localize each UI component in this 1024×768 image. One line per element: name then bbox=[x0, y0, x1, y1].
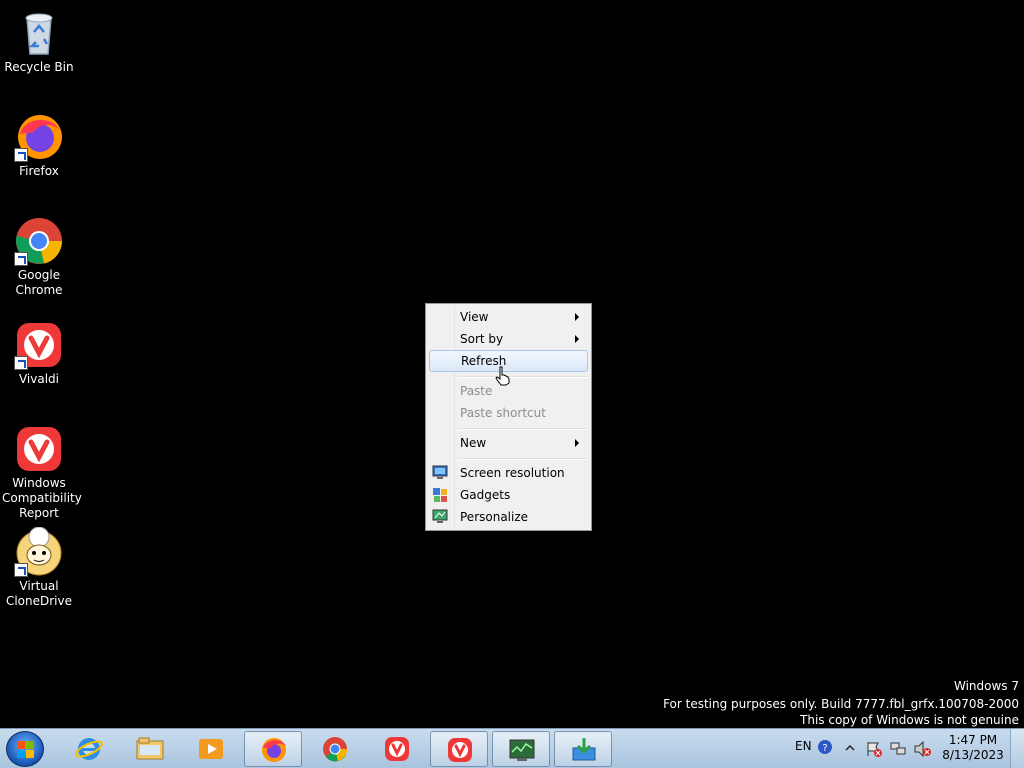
personalize-icon bbox=[432, 509, 448, 523]
submenu-arrow-icon bbox=[575, 439, 579, 447]
start-button[interactable] bbox=[6, 731, 44, 767]
svg-text:?: ? bbox=[822, 743, 827, 754]
menu-item-label: Paste shortcut bbox=[460, 406, 546, 420]
help-icon[interactable]: ? bbox=[817, 739, 833, 755]
gadgets-icon bbox=[433, 488, 447, 502]
recycle-bin-icon bbox=[14, 8, 64, 58]
task-manager-icon bbox=[509, 739, 535, 761]
taskbar-firefox[interactable] bbox=[244, 731, 302, 767]
chrome-icon bbox=[14, 216, 64, 266]
clock-time: 1:47 PM bbox=[948, 733, 998, 747]
windows-logo-icon bbox=[17, 741, 34, 758]
taskbar-internet-explorer[interactable] bbox=[60, 731, 118, 767]
network-icon[interactable] bbox=[890, 741, 906, 757]
desktop-icon-label: Vivaldi bbox=[18, 372, 60, 386]
watermark-build: For testing purposes only. Build 7777.fb… bbox=[663, 697, 1019, 711]
menu-item-label: View bbox=[460, 310, 489, 324]
taskbar-task-manager[interactable] bbox=[492, 731, 550, 767]
submenu-arrow-icon bbox=[575, 313, 579, 321]
media-player-icon bbox=[199, 739, 223, 759]
show-hidden-icons-icon[interactable] bbox=[845, 743, 855, 753]
menu-item-label: New bbox=[460, 436, 487, 450]
taskbar-installer[interactable] bbox=[554, 731, 612, 767]
menu-item-screen-resolution[interactable]: Screen resolution bbox=[429, 462, 588, 484]
vivaldi-icon bbox=[14, 320, 64, 370]
shortcut-arrow-icon bbox=[14, 356, 28, 370]
menu-item-label: Gadgets bbox=[460, 488, 511, 502]
volume-muted-icon[interactable] bbox=[914, 741, 932, 757]
menu-item-label: Screen resolution bbox=[460, 466, 565, 480]
vivaldi-icon bbox=[14, 424, 64, 474]
menu-item-new[interactable]: New bbox=[429, 432, 588, 454]
taskbar-vivaldi[interactable] bbox=[368, 731, 426, 767]
show-desktop-button[interactable] bbox=[1010, 729, 1024, 768]
taskbar: EN ? 1:47 PM 8/13/2023 bbox=[0, 728, 1024, 768]
desktop-icon-vivaldi[interactable]: Vivaldi bbox=[2, 320, 76, 387]
vivaldi-icon bbox=[385, 737, 409, 761]
desktop-icon-firefox[interactable]: Firefox bbox=[2, 112, 76, 179]
firefox-icon bbox=[14, 112, 64, 162]
vivaldi-icon bbox=[448, 738, 472, 762]
watermark-genuine: This copy of Windows is not genuine bbox=[800, 713, 1019, 727]
chrome-icon bbox=[323, 737, 348, 762]
shortcut-arrow-icon bbox=[14, 252, 28, 266]
language-indicator[interactable]: EN bbox=[795, 739, 812, 753]
clock[interactable]: 1:47 PM 8/13/2023 bbox=[940, 733, 1006, 762]
desktop-icon-google-chrome[interactable]: Google Chrome bbox=[2, 216, 76, 298]
submenu-arrow-icon bbox=[575, 335, 579, 343]
menu-item-label: Paste bbox=[460, 384, 493, 398]
internet-explorer-icon bbox=[75, 738, 103, 760]
menu-separator bbox=[457, 458, 587, 460]
menu-item-label: Personalize bbox=[460, 510, 529, 524]
installer-icon bbox=[572, 738, 596, 761]
watermark-title: Windows 7 bbox=[953, 679, 1019, 693]
menu-item-label: Sort by bbox=[460, 332, 504, 346]
menu-item-paste-shortcut[interactable]: Paste shortcut bbox=[429, 402, 588, 424]
display-icon bbox=[432, 465, 448, 479]
desktop-context-menu: View Sort by Refresh Paste Paste shortcu… bbox=[425, 303, 592, 531]
windows-explorer-icon bbox=[136, 737, 164, 760]
taskbar-windows-explorer[interactable] bbox=[121, 731, 179, 767]
menu-item-personalize[interactable]: Personalize bbox=[429, 506, 588, 528]
sheep-icon bbox=[14, 526, 64, 577]
desktop-icon-label: Google Chrome bbox=[15, 268, 63, 297]
shortcut-arrow-icon bbox=[14, 563, 28, 577]
desktop-icon-windows-compat[interactable]: Windows Compatibility Report bbox=[2, 424, 82, 521]
menu-item-view[interactable]: View bbox=[429, 306, 588, 328]
hand-cursor-icon bbox=[495, 366, 510, 386]
taskbar-chrome[interactable] bbox=[306, 731, 364, 767]
desktop-icon-recycle-bin[interactable]: Recycle Bin bbox=[2, 8, 76, 75]
menu-item-sort-by[interactable]: Sort by bbox=[429, 328, 588, 350]
desktop-icon-label: Firefox bbox=[19, 164, 59, 178]
desktop-icon-virtual-clonedrive[interactable]: Virtual CloneDrive bbox=[2, 526, 76, 609]
menu-separator bbox=[457, 376, 587, 378]
menu-item-gadgets[interactable]: Gadgets bbox=[429, 484, 588, 506]
desktop-icon-label: Windows Compatibility Report bbox=[2, 476, 82, 520]
clock-date: 8/13/2023 bbox=[942, 748, 1004, 762]
action-center-icon[interactable] bbox=[866, 741, 882, 757]
taskbar-vivaldi-2[interactable] bbox=[430, 731, 488, 767]
menu-separator bbox=[457, 428, 587, 430]
taskbar-media-player[interactable] bbox=[182, 731, 240, 767]
desktop-icon-label: Recycle Bin bbox=[4, 60, 74, 74]
desktop-icon-label: Virtual CloneDrive bbox=[5, 579, 73, 608]
shortcut-arrow-icon bbox=[14, 148, 28, 162]
firefox-icon bbox=[262, 738, 286, 762]
